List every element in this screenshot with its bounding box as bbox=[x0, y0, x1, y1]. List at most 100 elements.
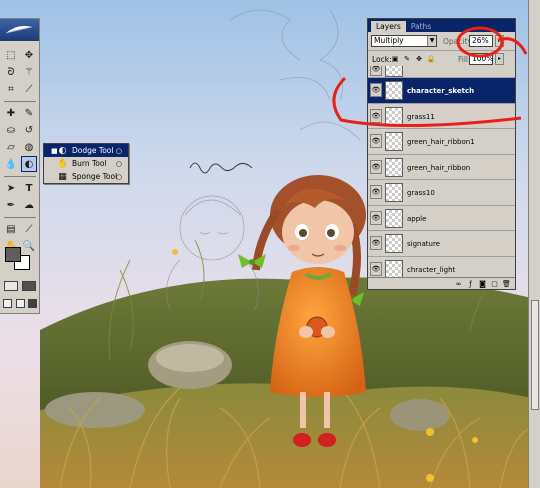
fill-slider-arrow-icon[interactable]: ▸ bbox=[495, 53, 504, 65]
layer-row[interactable]: 👁 apple bbox=[368, 206, 515, 231]
history-brush-tool-icon[interactable]: ↺ bbox=[21, 122, 37, 138]
toolbox: ⬚ ✥ ᘐ ⚚ ⌗ ⟋ ✚ ✎ ⛀ ↺ ▱ ◍ 💧 ◐ ➤ T ✒ ☁ ▤ ⟋ ✋ 🔍 bbox=[0, 18, 40, 314]
layer-row[interactable]: 👁 bbox=[368, 66, 515, 78]
blend-row: Multiply ▼ Opacity: 26% ▸ bbox=[368, 32, 515, 50]
visibility-eye-icon[interactable]: 👁 bbox=[370, 134, 382, 148]
lock-transparency-icon[interactable]: ▣ bbox=[390, 54, 400, 64]
quick-mask-mode-button[interactable] bbox=[22, 281, 36, 291]
visibility-eye-icon[interactable]: 👁 bbox=[370, 66, 382, 76]
tool-grid: ⬚ ✥ ᘐ ⚚ ⌗ ⟋ ✚ ✎ ⛀ ↺ ▱ ◍ 💧 ◐ ➤ T ✒ ☁ ▤ ⟋ ✋ 🔍 bbox=[3, 47, 37, 255]
visibility-eye-icon[interactable]: 👁 bbox=[370, 83, 382, 97]
layer-thumbnail bbox=[385, 234, 403, 253]
standard-mode-button[interactable] bbox=[4, 281, 18, 291]
crop-tool-icon[interactable]: ⌗ bbox=[3, 81, 19, 97]
fill-input[interactable]: 100% bbox=[469, 53, 493, 65]
flyout-item-burn-tool[interactable]: ✋ Burn Tool ○ bbox=[44, 157, 128, 170]
trash-icon[interactable]: 🗑 bbox=[502, 280, 511, 288]
dodge-icon: ◐ bbox=[58, 145, 67, 156]
blur-tool-icon[interactable]: 💧 bbox=[3, 156, 19, 172]
screen-modes bbox=[3, 299, 37, 308]
full-screen-menu-button[interactable] bbox=[15, 299, 25, 308]
toolbox-divider bbox=[4, 176, 36, 177]
layer-thumbnail bbox=[385, 157, 403, 177]
flyout-item-sponge-tool[interactable]: ▦ Sponge Tool ○ bbox=[44, 170, 128, 183]
sponge-icon: ▦ bbox=[58, 171, 67, 182]
pen-tool-icon[interactable]: ✒ bbox=[3, 197, 19, 213]
flyout-item-label: Sponge Tool bbox=[72, 172, 118, 181]
tab-layers[interactable]: Layers bbox=[371, 21, 406, 32]
toolbox-divider bbox=[4, 217, 36, 218]
layer-name: apple bbox=[407, 214, 427, 223]
layers-panel: Layers Paths Multiply ▼ Opacity: 26% ▸ L… bbox=[367, 18, 516, 290]
opacity-input[interactable]: 26% bbox=[469, 35, 493, 47]
move-tool-icon[interactable]: ✥ bbox=[21, 47, 37, 63]
layer-list: 👁 👁 character_sketch 👁 grass11 👁 green_h… bbox=[368, 66, 515, 278]
toolbox-header[interactable] bbox=[0, 19, 39, 41]
flyout-item-dodge-tool[interactable]: ■ ◐ Dodge Tool ○ bbox=[44, 144, 128, 157]
vertical-scrollbar[interactable] bbox=[528, 0, 540, 488]
layer-thumbnail bbox=[385, 66, 403, 77]
flyout-item-label: Burn Tool bbox=[72, 159, 107, 168]
lock-label: Lock: bbox=[372, 55, 392, 64]
visibility-eye-icon[interactable]: 👁 bbox=[370, 236, 382, 250]
layer-name: green_hair_ribbon1 bbox=[407, 138, 475, 146]
foreground-color-swatch[interactable] bbox=[5, 247, 21, 262]
lock-position-icon[interactable]: ✥ bbox=[414, 54, 424, 64]
blend-mode-select[interactable]: Multiply ▼ bbox=[371, 35, 437, 47]
layer-thumbnail bbox=[385, 259, 403, 278]
tab-paths[interactable]: Paths bbox=[406, 21, 436, 32]
standard-screen-button[interactable] bbox=[3, 299, 12, 308]
shortcut-circle-icon: ○ bbox=[115, 159, 122, 168]
lock-pixels-icon[interactable]: ✎ bbox=[402, 54, 412, 64]
visibility-eye-icon[interactable]: 👁 bbox=[370, 159, 382, 174]
link-layers-icon[interactable]: ∞ bbox=[454, 280, 463, 288]
eyedropper-tool-icon[interactable]: ⟋ bbox=[21, 221, 37, 237]
quick-mask-modes bbox=[4, 281, 36, 291]
layer-mask-icon[interactable]: ◙ bbox=[478, 280, 487, 288]
custom-shape-tool-icon[interactable]: ☁ bbox=[21, 197, 37, 213]
visibility-eye-icon[interactable]: 👁 bbox=[370, 210, 382, 225]
lasso-tool-icon[interactable]: ᘐ bbox=[3, 64, 19, 80]
path-selection-tool-icon[interactable]: ➤ bbox=[3, 180, 19, 196]
layer-style-icon[interactable]: ƒ bbox=[466, 280, 475, 288]
new-layer-icon[interactable]: ▢ bbox=[490, 280, 499, 288]
burn-icon: ✋ bbox=[57, 158, 69, 169]
scrollbar-thumb[interactable] bbox=[531, 300, 539, 410]
visibility-eye-icon[interactable]: 👁 bbox=[370, 108, 382, 123]
layer-row[interactable]: 👁 grass10 bbox=[368, 180, 515, 206]
dodge-tool-icon[interactable]: ◐ bbox=[21, 156, 37, 172]
marquee-tool-icon[interactable]: ⬚ bbox=[3, 47, 19, 63]
clone-stamp-tool-icon[interactable]: ⛀ bbox=[3, 122, 19, 138]
layer-row[interactable]: 👁 green_hair_ribbon bbox=[368, 155, 515, 180]
layer-row[interactable]: 👁 grass11 bbox=[368, 104, 515, 129]
slice-tool-icon[interactable]: ⟋ bbox=[21, 81, 37, 97]
type-tool-icon[interactable]: T bbox=[21, 180, 37, 196]
healing-brush-tool-icon[interactable]: ✚ bbox=[3, 105, 19, 121]
flyout-item-label: Dodge Tool bbox=[72, 146, 114, 155]
shortcut-circle-icon: ○ bbox=[115, 146, 122, 155]
layer-thumbnail bbox=[385, 81, 403, 100]
zoom-tool-icon[interactable]: 🔍 bbox=[21, 238, 37, 254]
dodge-tool-flyout-menu: ■ ◐ Dodge Tool ○ ✋ Burn Tool ○ ▦ Sponge … bbox=[43, 143, 129, 184]
layer-row-character-sketch[interactable]: 👁 character_sketch bbox=[368, 78, 515, 104]
feather-logo-icon bbox=[5, 25, 33, 34]
layer-thumbnail bbox=[385, 106, 403, 126]
layer-row[interactable]: 👁 green_hair_ribbon1 bbox=[368, 129, 515, 155]
full-screen-button[interactable] bbox=[28, 299, 37, 308]
layer-name: chracter_light bbox=[407, 265, 456, 274]
eraser-tool-icon[interactable]: ▱ bbox=[3, 139, 19, 155]
brush-tool-icon[interactable]: ✎ bbox=[21, 105, 37, 121]
lock-all-icon[interactable]: 🔒 bbox=[426, 54, 436, 64]
layers-panel-footer: ∞ ƒ ◙ ▢ 🗑 bbox=[368, 277, 515, 289]
layer-thumbnail bbox=[385, 208, 403, 228]
paint-bucket-tool-icon[interactable]: ◍ bbox=[21, 139, 37, 155]
layer-row[interactable]: 👁 signature bbox=[368, 231, 515, 257]
magic-wand-tool-icon[interactable]: ⚚ bbox=[21, 64, 37, 80]
layer-name: signature bbox=[407, 240, 440, 248]
opacity-slider-arrow-icon[interactable]: ▸ bbox=[495, 35, 504, 47]
layer-row[interactable]: 👁 chracter_light bbox=[368, 257, 515, 278]
layer-name: grass10 bbox=[407, 189, 435, 197]
visibility-eye-icon[interactable]: 👁 bbox=[370, 185, 382, 199]
notes-tool-icon[interactable]: ▤ bbox=[3, 221, 19, 237]
visibility-eye-icon[interactable]: 👁 bbox=[370, 261, 382, 276]
